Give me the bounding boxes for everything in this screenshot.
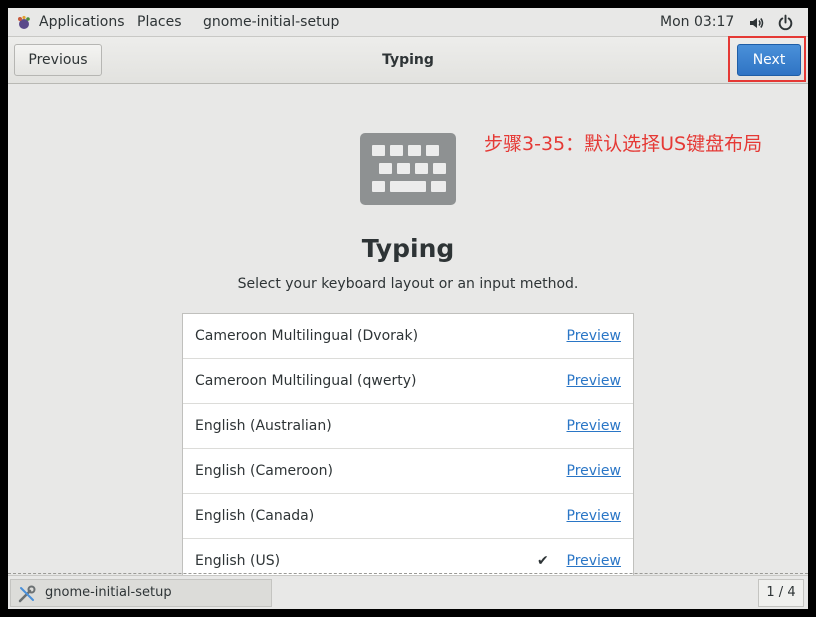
bottom-taskbar: gnome-initial-setup 1 / 4 bbox=[8, 575, 808, 609]
next-button[interactable]: Next bbox=[737, 44, 801, 76]
layout-name: Cameroon Multilingual (Dvorak) bbox=[195, 328, 419, 344]
power-icon[interactable] bbox=[777, 14, 794, 31]
applications-menu[interactable]: Applications bbox=[39, 8, 125, 37]
scroll-edge-divider bbox=[8, 573, 808, 574]
volume-icon[interactable] bbox=[748, 15, 764, 31]
list-item[interactable]: English (Cameroon) Preview bbox=[183, 449, 633, 494]
preview-link[interactable]: Preview bbox=[567, 359, 622, 404]
checkmark-icon: ✔ bbox=[537, 553, 549, 569]
page-subtitle: Select your keyboard layout or an input … bbox=[237, 276, 579, 292]
list-item[interactable]: English (US) ✔ Preview bbox=[183, 539, 633, 575]
previous-button[interactable]: Previous bbox=[14, 44, 102, 76]
top-bar: Applications Places gnome-initial-setup … bbox=[8, 8, 808, 37]
keyboard-layout-list[interactable]: Cameroon Multilingual (Dvorak) Preview C… bbox=[182, 313, 634, 575]
clock[interactable]: Mon 03:17 bbox=[660, 8, 734, 37]
header-title: Typing bbox=[382, 52, 434, 68]
preview-link[interactable]: Preview bbox=[567, 314, 622, 359]
taskbar-window-label: gnome-initial-setup bbox=[45, 585, 172, 600]
list-item[interactable]: Cameroon Multilingual (qwerty) Preview bbox=[183, 359, 633, 404]
list-item[interactable]: English (Australian) Preview bbox=[183, 404, 633, 449]
header-bar: Typing Previous Next bbox=[8, 36, 808, 84]
preview-link[interactable]: Preview bbox=[567, 449, 622, 494]
layout-name: English (Cameroon) bbox=[195, 463, 333, 479]
layout-name: English (Canada) bbox=[195, 508, 315, 524]
taskbar-window-button[interactable]: gnome-initial-setup bbox=[10, 579, 272, 607]
list-item[interactable]: Cameroon Multilingual (Dvorak) Preview bbox=[183, 314, 633, 359]
preview-link[interactable]: Preview bbox=[567, 494, 622, 539]
layout-name: Cameroon Multilingual (qwerty) bbox=[195, 373, 417, 389]
keyboard-icon bbox=[360, 133, 456, 205]
workspace-indicator[interactable]: 1 / 4 bbox=[758, 579, 804, 607]
gnome-foot-icon bbox=[18, 15, 30, 29]
layout-name: English (US) bbox=[195, 553, 281, 569]
preview-link[interactable]: Preview bbox=[567, 404, 622, 449]
annotation-text: 步骤3-35：默认选择US键盘布局 bbox=[484, 133, 763, 155]
layout-name: English (Australian) bbox=[195, 418, 332, 434]
preview-link[interactable]: Preview bbox=[567, 539, 622, 575]
page-title: Typing bbox=[361, 234, 455, 263]
places-menu[interactable]: Places bbox=[137, 8, 182, 37]
tools-icon bbox=[18, 585, 36, 603]
app-menu[interactable]: gnome-initial-setup bbox=[203, 8, 339, 37]
list-item[interactable]: English (Canada) Preview bbox=[183, 494, 633, 539]
content-area: 步骤3-35：默认选择US键盘布局 Typing Select your key… bbox=[8, 84, 808, 575]
